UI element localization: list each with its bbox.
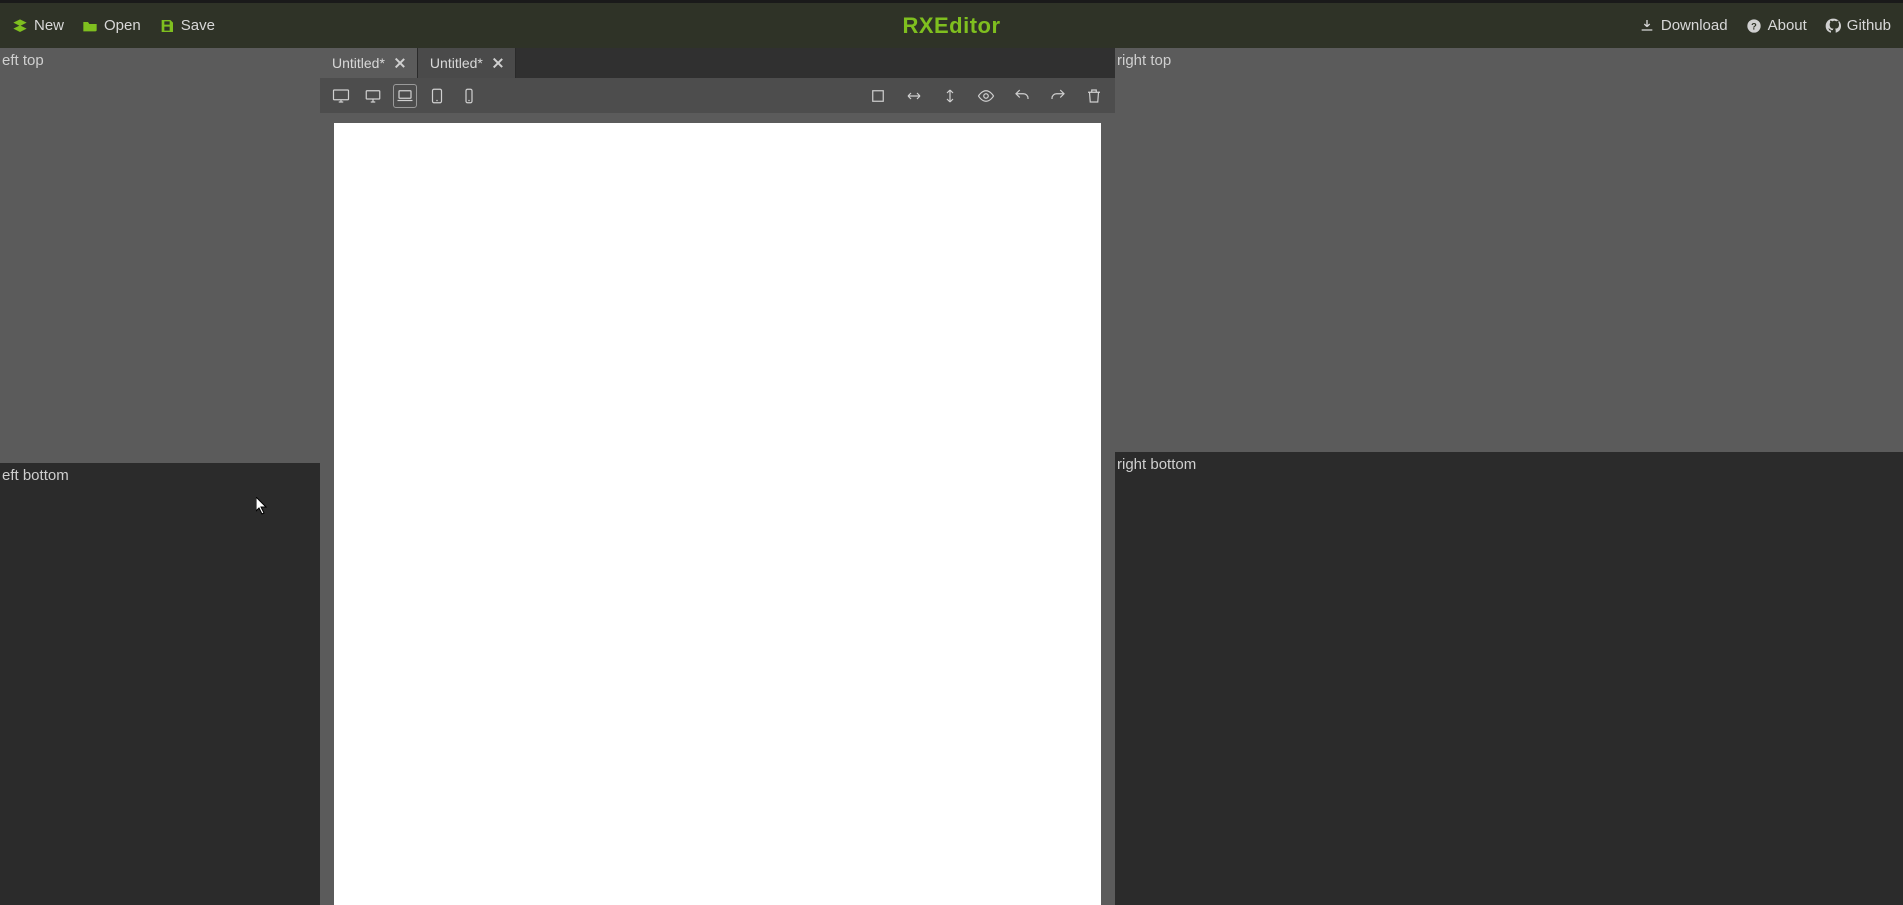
github-label: Github — [1847, 17, 1891, 34]
workspace: eft top eft bottom Untitled* Untitled* — [0, 48, 1903, 905]
canvas[interactable] — [334, 123, 1101, 905]
left-column: eft top eft bottom — [0, 48, 320, 905]
redo-icon — [1049, 87, 1067, 105]
top-menu-right: Download ? About Github — [1639, 17, 1891, 34]
download-icon — [1639, 18, 1655, 34]
device-phone-button[interactable] — [458, 85, 480, 107]
laptop-icon — [396, 87, 414, 105]
arrows-vertical-icon — [941, 87, 959, 105]
device-group — [330, 85, 480, 107]
save-icon — [159, 18, 175, 34]
tab-bar: Untitled* Untitled* — [320, 48, 1115, 78]
svg-text:?: ? — [1751, 21, 1757, 31]
editor-column: Untitled* Untitled* — [320, 48, 1115, 905]
question-circle-icon: ? — [1746, 18, 1762, 34]
open-button[interactable]: Open — [82, 17, 141, 34]
left-bottom-label: eft bottom — [2, 467, 69, 484]
arrows-horizontal-icon — [905, 87, 923, 105]
close-icon[interactable] — [493, 58, 503, 68]
tab-1-label: Untitled* — [332, 55, 385, 71]
undo-icon — [1013, 87, 1031, 105]
tablet-icon — [428, 87, 446, 105]
tab-2[interactable]: Untitled* — [418, 48, 516, 78]
redo-button[interactable] — [1047, 85, 1069, 107]
new-button[interactable]: New — [12, 17, 64, 34]
left-bottom-panel[interactable]: eft bottom — [0, 463, 320, 905]
top-menu-left: New Open Save — [12, 17, 215, 34]
device-laptop-button[interactable] — [394, 85, 416, 107]
close-icon[interactable] — [395, 58, 405, 68]
about-button[interactable]: ? About — [1746, 17, 1807, 34]
app-title: RXEditor — [902, 13, 1000, 39]
open-label: Open — [104, 17, 141, 34]
left-top-label: eft top — [2, 52, 44, 69]
device-tablet-button[interactable] — [426, 85, 448, 107]
left-top-panel[interactable]: eft top — [0, 48, 320, 463]
flip-horizontal-button[interactable] — [903, 85, 925, 107]
folder-open-icon — [82, 18, 98, 34]
right-top-panel[interactable]: right top — [1115, 48, 1903, 452]
about-label: About — [1768, 17, 1807, 34]
save-button[interactable]: Save — [159, 17, 215, 34]
action-group — [867, 85, 1105, 107]
save-label: Save — [181, 17, 215, 34]
editor-toolbar — [320, 78, 1115, 113]
new-label: New — [34, 17, 64, 34]
flip-vertical-button[interactable] — [939, 85, 961, 107]
desktop-icon — [364, 87, 382, 105]
desktop-large-icon — [332, 87, 350, 105]
github-button[interactable]: Github — [1825, 17, 1891, 34]
github-icon — [1825, 18, 1841, 34]
eye-icon — [977, 87, 995, 105]
tab-2-label: Untitled* — [430, 55, 483, 71]
right-bottom-label: right bottom — [1117, 456, 1196, 473]
undo-button[interactable] — [1011, 85, 1033, 107]
right-top-label: right top — [1117, 52, 1171, 69]
device-desktop-button[interactable] — [362, 85, 384, 107]
right-bottom-panel[interactable]: right bottom — [1115, 452, 1903, 905]
tab-1[interactable]: Untitled* — [320, 48, 418, 78]
preview-button[interactable] — [975, 85, 997, 107]
download-label: Download — [1661, 17, 1728, 34]
layers-icon — [12, 18, 28, 34]
right-column: right top right bottom — [1115, 48, 1903, 905]
device-desktop-large-button[interactable] — [330, 85, 352, 107]
top-bar: New Open Save RXEditor Download ? About … — [0, 0, 1903, 48]
phone-icon — [460, 87, 478, 105]
outline-button[interactable] — [867, 85, 889, 107]
delete-button[interactable] — [1083, 85, 1105, 107]
download-button[interactable]: Download — [1639, 17, 1728, 34]
trash-icon — [1085, 87, 1103, 105]
outline-icon — [869, 87, 887, 105]
canvas-viewport[interactable] — [320, 113, 1115, 905]
